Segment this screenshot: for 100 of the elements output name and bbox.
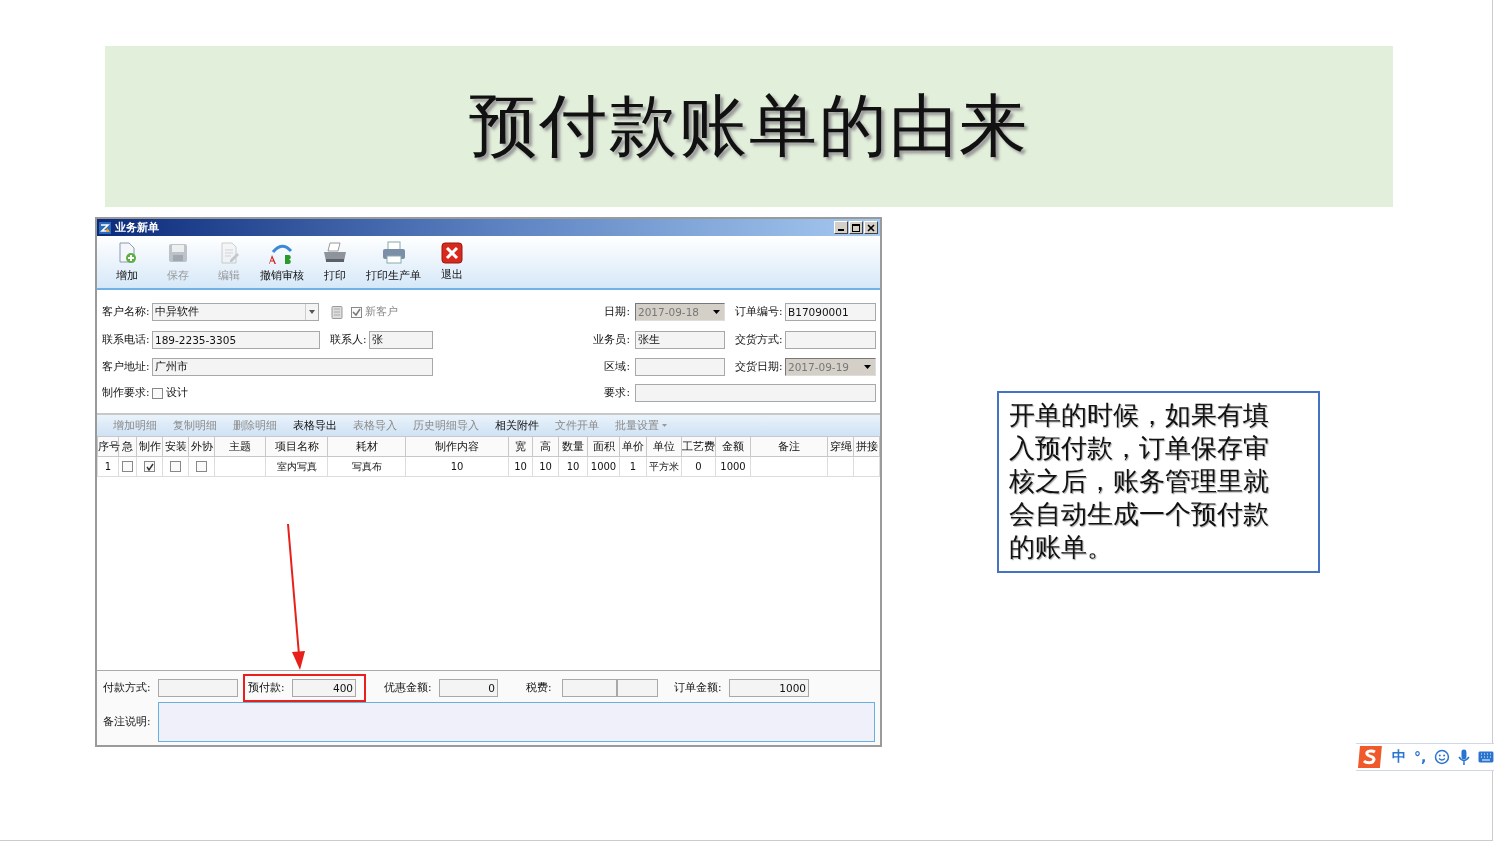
field-label: 制作要求: — [102, 386, 151, 400]
field-label: 业务员: — [592, 333, 630, 347]
text-field[interactable]: 张生 — [635, 331, 725, 349]
column-header[interactable]: 安装 — [162, 436, 189, 457]
column-header[interactable]: 序号 — [97, 436, 119, 457]
caret-icon — [863, 365, 871, 369]
table-cell: 1 — [619, 456, 647, 477]
slide-title: 预付款账单的由来 — [469, 85, 1029, 167]
text-field[interactable] — [635, 358, 725, 376]
toolbar-button[interactable]: 表格导出 — [285, 418, 345, 433]
caret-icon — [309, 310, 315, 314]
row-number: 1 — [97, 456, 119, 477]
column-header[interactable]: 面积 — [587, 436, 620, 457]
text-field[interactable]: B17090001 — [785, 303, 876, 321]
table-cell: 10 — [558, 456, 588, 477]
table-cell: 室内写真 — [265, 456, 328, 477]
checkbox[interactable] — [196, 461, 207, 473]
column-header[interactable]: 项目名称 — [265, 436, 328, 457]
toolbar-button[interactable]: 打印生产单 — [362, 239, 425, 285]
column-header[interactable]: 单位 — [646, 436, 682, 457]
column-header[interactable]: 宽 — [508, 436, 533, 457]
column-header[interactable]: 制作 — [136, 436, 163, 457]
table-cell: 1000 — [587, 456, 620, 477]
field-label: 联系人: — [330, 333, 368, 347]
table-cell: 0 — [681, 456, 716, 477]
toolbar-button[interactable]: 撤销审核 — [256, 239, 308, 285]
field-label: 备注说明: — [103, 715, 152, 729]
field-label: 订单编号: — [735, 305, 784, 319]
column-header[interactable]: 备注 — [750, 436, 828, 457]
text-field[interactable] — [562, 679, 617, 697]
text-field[interactable] — [617, 679, 658, 697]
text-field[interactable]: 张 — [369, 331, 433, 349]
field-label: 客户名称: — [102, 305, 151, 319]
text-field[interactable]: 400 — [292, 679, 356, 697]
printer-icon — [322, 241, 348, 265]
column-header[interactable]: 制作内容 — [405, 436, 509, 457]
field-label: 订单金额: — [674, 681, 723, 695]
column-header[interactable]: 金额 — [715, 436, 751, 457]
field-label: 要求: — [603, 386, 630, 400]
text-field[interactable] — [635, 384, 876, 402]
table-cell: 10 — [532, 456, 559, 477]
toolbar-button[interactable]: 打印 — [311, 239, 359, 285]
toolbar-button[interactable]: 增加 — [103, 239, 151, 285]
field-label: 预付款: — [248, 681, 286, 695]
field-label: 区域: — [603, 360, 630, 374]
input-mode-toggle[interactable]: 中 — [1391, 748, 1406, 766]
toolbar-button[interactable]: 相关附件 — [487, 418, 547, 433]
text-field[interactable] — [158, 679, 238, 697]
table-cell: 1000 — [715, 456, 751, 477]
checkbox[interactable] — [170, 461, 181, 473]
text-field[interactable]: 1000 — [729, 679, 809, 697]
checkbox[interactable] — [144, 461, 155, 473]
field-label: 优惠金额: — [384, 681, 433, 695]
checkbox-label: 新客户 — [365, 305, 398, 319]
column-header[interactable]: 穿绳 — [827, 436, 854, 457]
printer-icon — [380, 241, 407, 265]
text-area[interactable] — [158, 702, 875, 742]
close-button[interactable] — [864, 221, 878, 234]
caret-icon — [662, 424, 667, 427]
app-logo-icon — [99, 221, 111, 234]
notebook-icon[interactable] — [331, 305, 343, 319]
field-label: 交货方式: — [735, 333, 784, 347]
table-cell: 10 — [405, 456, 509, 477]
checkbox[interactable] — [122, 461, 133, 473]
checkbox[interactable] — [152, 387, 163, 399]
close-icon — [867, 223, 875, 232]
table-cell: 写真布 — [327, 456, 406, 477]
column-header[interactable]: 耗材 — [327, 436, 406, 457]
ime-logo-icon[interactable] — [1356, 744, 1384, 770]
caret-icon — [712, 310, 720, 314]
keyboard-icon[interactable] — [1478, 751, 1494, 763]
column-header[interactable]: 拼接 — [853, 436, 880, 457]
maximize-icon — [852, 223, 860, 232]
table-cell: 平方米 — [646, 456, 682, 477]
checkbox-label: 设计 — [166, 386, 188, 400]
window-title: 业务新单 — [115, 220, 159, 235]
toolbar-button[interactable]: 退出 — [428, 240, 476, 284]
field-label: 付款方式: — [103, 681, 152, 695]
punctuation-toggle[interactable]: °, — [1413, 749, 1427, 765]
customer-combo-box[interactable]: 中异软件 — [152, 303, 319, 321]
field-label: 交货日期: — [735, 360, 784, 374]
column-header[interactable]: 外协 — [188, 436, 215, 457]
maximize-button[interactable] — [849, 221, 863, 234]
column-header[interactable]: 单价 — [619, 436, 647, 457]
checkbox[interactable] — [351, 306, 362, 318]
text-field[interactable]: 广州市 — [152, 358, 433, 376]
column-header[interactable]: 工艺费 — [681, 436, 716, 457]
column-header[interactable]: 主题 — [214, 436, 266, 457]
text-field[interactable] — [785, 331, 876, 349]
smiley-icon[interactable] — [1434, 749, 1451, 765]
minimize-button[interactable] — [834, 221, 848, 234]
column-header[interactable]: 高 — [532, 436, 559, 457]
column-header[interactable]: 数量 — [558, 436, 588, 457]
text-field[interactable]: 189-2235-3305 — [152, 331, 320, 349]
table-cell: 10 — [508, 456, 533, 477]
microphone-icon[interactable] — [1458, 748, 1471, 766]
text-field[interactable]: 0 — [439, 679, 498, 697]
field-label: 联系电话: — [102, 333, 151, 347]
note-text: 开单的时候，如果有填入预付款，订单保存审核之后，账务管理里就会自动生成一个预付款的账单。 — [1009, 399, 1270, 564]
close-icon — [441, 242, 463, 264]
